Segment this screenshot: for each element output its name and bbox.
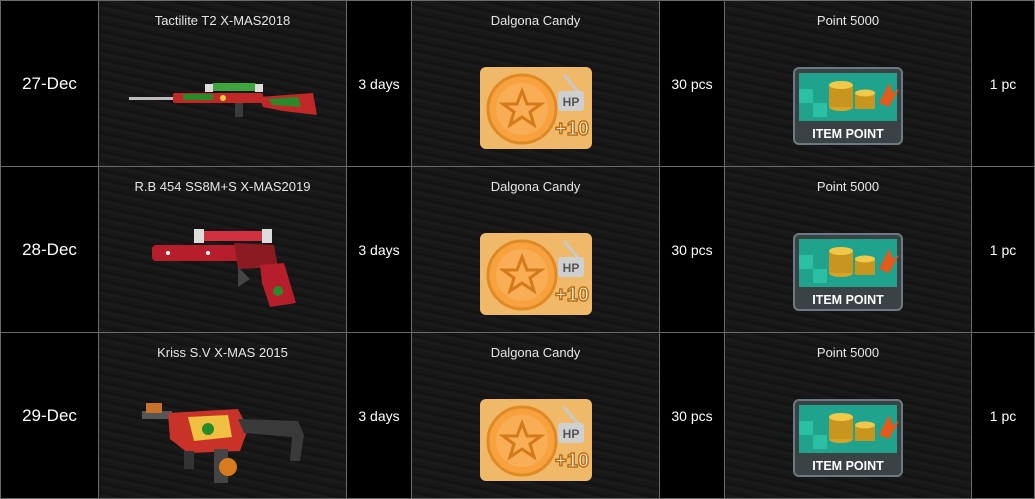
point-qty: 1 pc [989,75,1017,92]
candy-qty: 30 pcs [671,407,713,424]
date-text: 28-Dec [22,239,77,259]
weapon-duration: 3 days [358,407,400,424]
weapon-duration: 3 days [358,75,400,92]
table-row: 27-Dec Tactilite T2 X-MAS2018 3 days Dal… [0,0,1035,167]
weapon-name: Tactilite T2 X-MAS2018 [154,13,291,28]
item-point-label: ITEM POINT [812,127,884,141]
table-row: 28-Dec R.B 454 SS8M+S X-MAS2019 3 days D… [0,166,1035,333]
candy-qty-cell: 30 pcs [659,0,725,167]
point-name: Point 5000 [816,345,880,360]
weapon-cell: Kriss S.V X-MAS 2015 [98,332,347,499]
candy-qty: 30 pcs [671,241,713,258]
smg-icon [141,403,304,483]
revolver-icon [151,229,296,307]
candy-name: Dalgona Candy [490,179,581,194]
date-text: 29-Dec [22,405,77,425]
candy-plus-label: +10 [555,284,589,306]
dalgona-candy-icon: HP +10 [479,233,592,315]
weapon-name: Kriss S.V X-MAS 2015 [157,345,288,360]
item-point-label: ITEM POINT [812,293,884,307]
weapon-cell: Tactilite T2 X-MAS2018 [98,0,347,167]
weapon-duration-cell: 3 days [346,166,412,333]
point-name: Point 5000 [816,179,880,194]
table-row: 29-Dec Kriss S.V X-MAS 2015 3 days Dalgo… [0,332,1035,499]
item-point-label: ITEM POINT [812,459,884,473]
candy-cell: Dalgona Candy HP +10 [411,166,660,333]
dalgona-candy-icon: HP +10 [479,67,592,149]
candy-hp-label: HP [562,261,579,275]
weapon-duration: 3 days [358,241,400,258]
weapon-cell: R.B 454 SS8M+S X-MAS2019 [98,166,347,333]
point-qty-cell: 1 pc [971,0,1035,167]
candy-qty-cell: 30 pcs [659,332,725,499]
point-qty: 1 pc [989,407,1017,424]
candy-qty: 30 pcs [671,75,713,92]
point-cell: Point 5000 ITEM POINT [724,332,972,499]
weapon-duration-cell: 3 days [346,332,412,499]
point-qty-cell: 1 pc [971,332,1035,499]
item-point-icon: ITEM POINT [793,233,903,311]
item-point-icon: ITEM POINT [793,67,903,145]
candy-hp-label: HP [562,95,579,109]
point-cell: Point 5000 ITEM POINT [724,0,972,167]
candy-cell: Dalgona Candy HP +10 [411,0,660,167]
candy-plus-label: +10 [555,450,589,472]
date-cell: 28-Dec [0,166,99,333]
candy-cell: Dalgona Candy HP +10 [411,332,660,499]
sniper-rifle-icon [128,83,317,117]
point-qty-cell: 1 pc [971,166,1035,333]
date-cell: 27-Dec [0,0,99,167]
date-text: 27-Dec [22,73,77,93]
candy-name: Dalgona Candy [490,345,581,360]
item-point-icon: ITEM POINT [793,399,903,477]
candy-qty-cell: 30 pcs [659,166,725,333]
point-qty: 1 pc [989,241,1017,258]
weapon-duration-cell: 3 days [346,0,412,167]
reward-table: 27-Dec Tactilite T2 X-MAS2018 3 days Dal… [0,0,1035,499]
point-name: Point 5000 [816,13,880,28]
date-cell: 29-Dec [0,332,99,499]
point-cell: Point 5000 ITEM POINT [724,166,972,333]
candy-name: Dalgona Candy [490,13,581,28]
dalgona-candy-icon: HP +10 [479,399,592,481]
candy-plus-label: +10 [555,118,589,140]
weapon-name: R.B 454 SS8M+S X-MAS2019 [134,179,311,194]
candy-hp-label: HP [562,427,579,441]
